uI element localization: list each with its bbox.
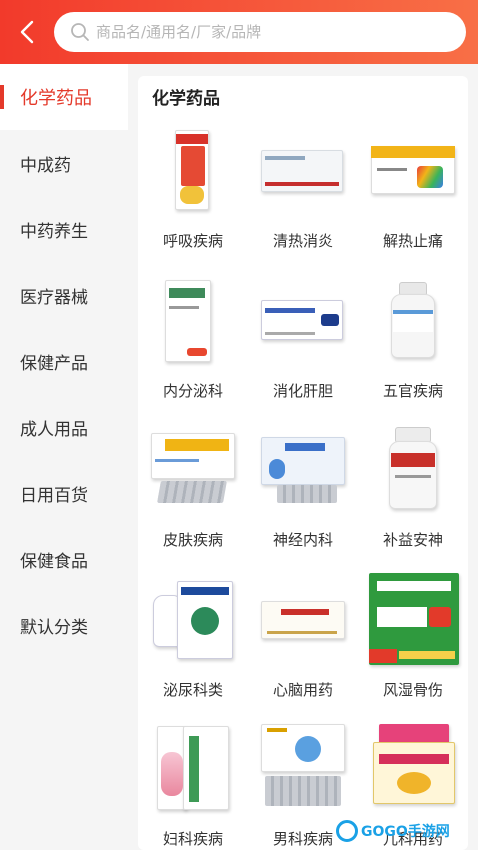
tablet-box-image xyxy=(257,124,349,216)
tablet-box-image xyxy=(257,722,349,814)
category-label: 皮肤疾病 xyxy=(162,531,223,549)
category-label: 风湿骨伤 xyxy=(382,680,443,699)
sidebar-item-label: 中成药 xyxy=(20,155,71,176)
sidebar-item-label: 保健产品 xyxy=(20,353,88,374)
search-input[interactable] xyxy=(96,23,436,41)
sidebar-item-label: 医疗器械 xyxy=(20,287,88,308)
category-label: 解热止痛 xyxy=(382,232,443,250)
chevron-left-icon xyxy=(20,20,34,44)
category-tile[interactable]: 心脑用药 xyxy=(248,571,358,721)
category-tile[interactable]: 内分泌科 xyxy=(138,272,248,422)
category-tile[interactable]: 解热止痛 xyxy=(358,122,468,272)
sidebar-item-herbal-health[interactable]: 中药养生 xyxy=(0,196,128,262)
category-tile[interactable]: 风湿骨伤 xyxy=(358,571,468,721)
back-button[interactable] xyxy=(14,18,40,46)
sidebar-item-medical-devices[interactable]: 医疗器械 xyxy=(0,262,128,328)
category-tile[interactable]: 泌尿科类 xyxy=(138,571,248,721)
category-tile[interactable]: 补益安神 xyxy=(358,421,468,571)
category-tile[interactable]: 妇科疾病 xyxy=(138,720,248,850)
category-label: 心脑用药 xyxy=(272,680,333,699)
subcategory-grid: 呼吸疾病 清热消炎 解热止痛 内分泌科 消化肝胆 五官疾病 皮肤疾病 神经内科 … xyxy=(138,122,468,850)
panel-title: 化学药品 xyxy=(152,89,220,109)
category-tile[interactable]: 清热消炎 xyxy=(248,122,358,272)
watermark-logo-icon xyxy=(336,820,358,842)
category-sidebar: 化学药品 中成药 中药养生 医疗器械 保健产品 成人用品 日用百货 保健食品 默… xyxy=(0,64,128,850)
category-label: 五官疾病 xyxy=(382,381,443,400)
watermark-text: GOGO手游网 xyxy=(361,824,450,840)
watermark: GOGO手游网 xyxy=(336,818,450,844)
category-tile[interactable]: 呼吸疾病 xyxy=(138,122,248,272)
granule-box-image xyxy=(147,423,239,515)
category-label: 呼吸疾病 xyxy=(162,232,223,250)
category-label: 泌尿科类 xyxy=(162,680,223,699)
category-panel: 化学药品 呼吸疾病 清热消炎 解热止痛 内分泌科 消化肝胆 五官疾病 皮肤疾病 … xyxy=(138,76,468,850)
category-label: 消化肝胆 xyxy=(272,381,333,400)
tablet-box-image xyxy=(367,124,459,216)
category-tile[interactable]: 五官疾病 xyxy=(358,272,468,422)
sidebar-item-adult-products[interactable]: 成人用品 xyxy=(0,394,128,460)
sidebar-item-label: 保健食品 xyxy=(20,551,88,572)
tablet-box-image xyxy=(147,274,239,366)
sidebar-item-default-category[interactable]: 默认分类 xyxy=(0,592,128,658)
sidebar-item-label: 成人用品 xyxy=(20,419,88,440)
category-label: 内分泌科 xyxy=(162,381,223,400)
sidebar-item-health-food[interactable]: 保健食品 xyxy=(0,526,128,592)
category-label: 补益安神 xyxy=(382,531,443,549)
sidebar-item-label: 日用百货 xyxy=(20,485,88,506)
injection-box-image xyxy=(257,573,349,665)
category-label: 清热消炎 xyxy=(272,232,333,250)
category-label: 妇科疾病 xyxy=(162,830,223,848)
pill-bottle-image xyxy=(367,274,459,366)
category-label: 神经内科 xyxy=(272,531,333,549)
capsule-box-image xyxy=(257,423,349,515)
search-icon xyxy=(71,23,89,41)
tablet-box-image xyxy=(367,572,459,665)
search-bar[interactable] xyxy=(54,12,466,52)
injection-box-image xyxy=(257,274,349,366)
pill-bottle-image xyxy=(367,423,459,515)
sidebar-item-label: 中药养生 xyxy=(20,221,88,242)
ointment-box-image xyxy=(147,722,239,814)
category-tile[interactable]: 神经内科 xyxy=(248,421,358,571)
sidebar-item-label: 默认分类 xyxy=(20,617,88,638)
category-tile[interactable]: 消化肝胆 xyxy=(248,272,358,422)
sidebar-item-label: 化学药品 xyxy=(20,88,92,109)
cough-syrup-box-image xyxy=(147,124,239,216)
tablet-box-image xyxy=(147,573,239,665)
category-label: 男科疾病 xyxy=(272,830,333,848)
sidebar-item-daily-goods[interactable]: 日用百货 xyxy=(0,460,128,526)
top-bar xyxy=(0,0,478,64)
sidebar-item-chemical-drugs[interactable]: 化学药品 xyxy=(0,64,128,130)
granule-box-image xyxy=(367,722,459,814)
sidebar-item-chinese-patent-medicine[interactable]: 中成药 xyxy=(0,130,128,196)
sidebar-item-health-products[interactable]: 保健产品 xyxy=(0,328,128,394)
category-tile[interactable]: 皮肤疾病 xyxy=(138,421,248,571)
